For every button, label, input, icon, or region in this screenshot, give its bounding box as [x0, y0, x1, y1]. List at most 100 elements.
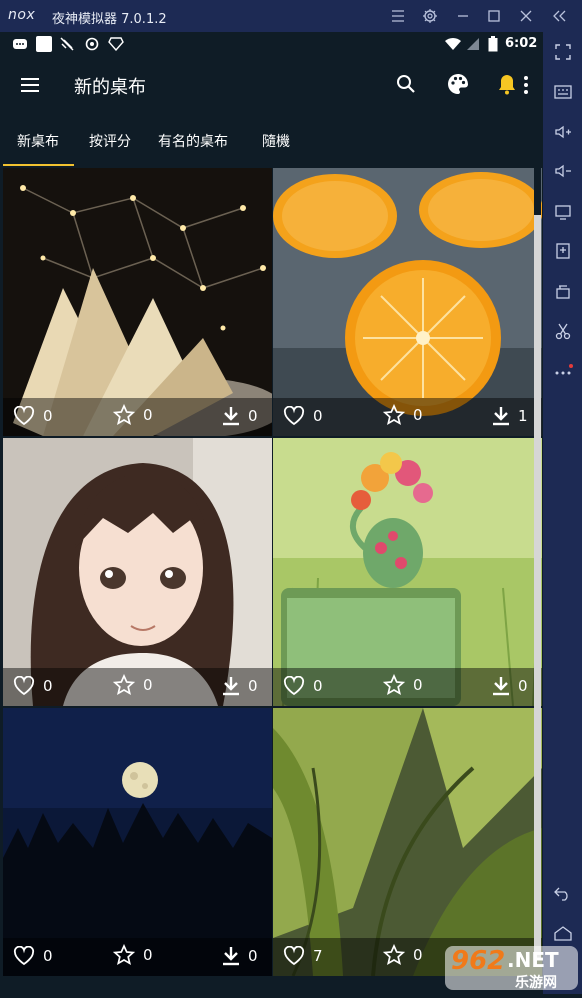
- like-button[interactable]: 0: [283, 406, 323, 426]
- clock: 6:02: [505, 36, 538, 51]
- page-title: 新的桌布: [74, 77, 146, 98]
- oranges-image: [273, 168, 542, 436]
- download-count: 0: [248, 407, 258, 425]
- moon-over-forest-image: [3, 708, 272, 976]
- download-count: 0: [248, 677, 258, 695]
- wallpaper-tile[interactable]: 7 0: [273, 708, 542, 976]
- star-outline-icon: [383, 674, 405, 696]
- favorite-button[interactable]: 0: [113, 674, 153, 696]
- wifi-icon: [444, 37, 462, 55]
- download-button[interactable]: 0: [492, 676, 528, 696]
- app-bar: 新的桌布: [0, 57, 543, 117]
- favorite-button[interactable]: 0: [383, 944, 423, 966]
- active-tab-indicator: [3, 164, 74, 166]
- android-screen: 6:02 新的桌布 新桌布 按评分 有名的桌布 隨機 0 0 0 0 0 1 0…: [0, 32, 543, 994]
- star-outline-icon: [113, 944, 135, 966]
- heart-outline-icon: [283, 676, 305, 696]
- anime-girl-image: [3, 438, 272, 706]
- tab-by-rating[interactable]: 按评分: [89, 131, 131, 151]
- screen-icon[interactable]: [543, 198, 582, 226]
- favorite-button[interactable]: 0: [113, 944, 153, 966]
- status-bar: 6:02: [0, 32, 543, 57]
- star-outline-icon: [113, 404, 135, 426]
- settings-gear-icon[interactable]: [420, 6, 440, 26]
- window-title: 夜神模拟器 7.0.1.2: [52, 12, 167, 27]
- collapse-sidebar-icon[interactable]: [550, 6, 570, 26]
- download-icon: [493, 677, 509, 696]
- star-outline-icon: [113, 674, 135, 696]
- tab-bar: 新桌布 按评分 有名的桌布 隨機: [0, 117, 543, 167]
- like-count: 0: [43, 677, 53, 695]
- minimize-icon[interactable]: [453, 6, 473, 26]
- wallpaper-tile[interactable]: 0 0 0: [3, 708, 272, 976]
- favorite-button[interactable]: 0: [383, 674, 423, 696]
- heart-outline-icon: [13, 946, 35, 966]
- scrollbar-track[interactable]: [534, 215, 541, 960]
- tab-random[interactable]: 隨機: [262, 131, 290, 151]
- sync-icon: [85, 37, 99, 55]
- download-button[interactable]: 0: [222, 406, 258, 426]
- palette-icon[interactable]: [447, 73, 469, 99]
- volume-up-icon[interactable]: [543, 118, 582, 146]
- star-count: 0: [143, 406, 153, 424]
- like-count: 0: [43, 407, 53, 425]
- no-signal-icon: [60, 37, 74, 55]
- tab-famous-wallpapers[interactable]: 有名的桌布: [158, 131, 228, 151]
- star-count: 0: [143, 946, 153, 964]
- wallpaper-tile[interactable]: 0 0 0: [273, 438, 542, 706]
- wallpaper-tile[interactable]: 0 0 1: [273, 168, 542, 436]
- download-button[interactable]: 1: [492, 406, 528, 426]
- volume-down-icon[interactable]: [543, 157, 582, 185]
- scrollbar-thumb[interactable]: [534, 167, 541, 215]
- like-button[interactable]: 0: [13, 406, 53, 426]
- maximize-icon[interactable]: [484, 6, 504, 26]
- favorite-button[interactable]: 0: [113, 404, 153, 426]
- heart-outline-icon: [13, 676, 35, 696]
- multi-instance-icon[interactable]: [543, 277, 582, 305]
- star-count: 0: [413, 406, 423, 424]
- download-count: 0: [518, 677, 528, 695]
- tab-new-wallpapers[interactable]: 新桌布: [17, 131, 59, 151]
- download-count: 1: [518, 407, 528, 425]
- like-count: 0: [43, 947, 53, 965]
- like-button[interactable]: 7: [283, 946, 323, 966]
- wallpaper-tile[interactable]: 0 0 0: [3, 438, 272, 706]
- site-watermark: 962 .NET 乐游网: [441, 942, 582, 994]
- heart-outline-icon: [283, 946, 305, 966]
- wallpaper-tile[interactable]: 0 0 0: [3, 168, 272, 436]
- search-icon[interactable]: [396, 74, 416, 98]
- like-count: 7: [313, 947, 323, 965]
- like-button[interactable]: 0: [13, 946, 53, 966]
- close-icon[interactable]: [516, 6, 536, 26]
- star-count: 0: [413, 676, 423, 694]
- favorite-button[interactable]: 0: [383, 404, 423, 426]
- overflow-menu-icon[interactable]: [523, 75, 529, 99]
- star-count: 0: [143, 676, 153, 694]
- diamond-icon: [108, 37, 124, 55]
- like-button[interactable]: 0: [283, 676, 323, 696]
- download-button[interactable]: 0: [222, 946, 258, 966]
- message-notification-icon: [12, 38, 28, 56]
- battery-icon: [488, 36, 498, 56]
- download-button[interactable]: 0: [222, 676, 258, 696]
- back-icon[interactable]: [543, 879, 582, 907]
- star-count: 0: [413, 946, 423, 964]
- more-options-icon[interactable]: [543, 357, 582, 385]
- hamburger-menu-icon[interactable]: [20, 77, 40, 97]
- cellular-icon: [466, 37, 480, 55]
- book-with-lights-image: [3, 168, 272, 436]
- notification-bell-icon[interactable]: [497, 73, 517, 99]
- scissors-icon[interactable]: [543, 317, 582, 345]
- keyboard-icon[interactable]: [543, 78, 582, 106]
- install-apk-icon[interactable]: [543, 237, 582, 265]
- like-button[interactable]: 0: [13, 676, 53, 696]
- menu-icon[interactable]: [388, 6, 408, 26]
- star-outline-icon: [383, 944, 405, 966]
- download-icon: [493, 407, 509, 426]
- watermark-suffix: .NET: [507, 948, 559, 972]
- fullscreen-icon[interactable]: [543, 38, 582, 66]
- star-outline-icon: [383, 404, 405, 426]
- banana-leaves-image: [273, 708, 542, 976]
- heart-outline-icon: [283, 406, 305, 426]
- emulator-titlebar: nox 夜神模拟器 7.0.1.2: [0, 0, 582, 32]
